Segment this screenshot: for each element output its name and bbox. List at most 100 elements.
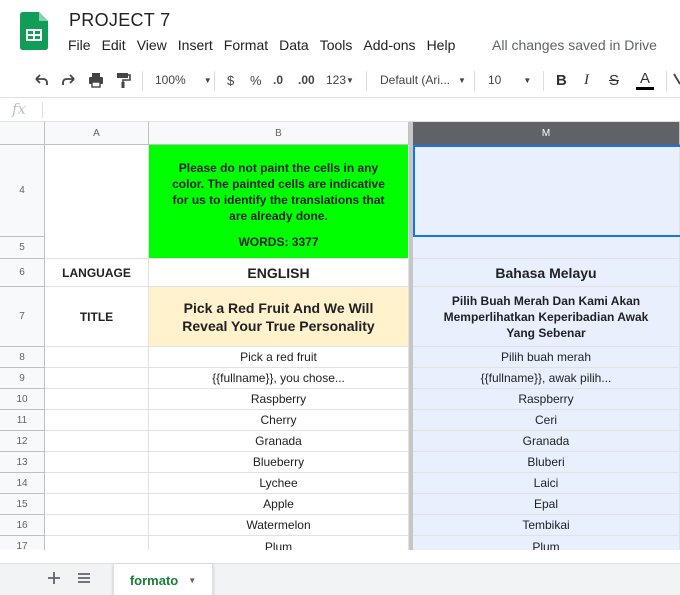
table-row-cell-ms[interactable]: Ceri <box>413 410 680 431</box>
table-row-cell-ms[interactable]: Epal <box>413 494 680 515</box>
menu-edit[interactable]: Edit <box>102 37 126 53</box>
row-header-12[interactable]: 12 <box>0 431 45 452</box>
horizontal-scroll-area[interactable] <box>0 550 680 563</box>
table-row-cell-ms[interactable]: Pilih buah merah <box>413 347 680 368</box>
font-size-value: 10 <box>488 73 502 87</box>
print-icon[interactable] <box>87 62 105 98</box>
percent-button[interactable]: % <box>250 62 262 98</box>
more-toolbar-icon[interactable] <box>673 62 680 98</box>
table-row-cell-en[interactable]: Apple <box>149 494 409 515</box>
table-row-cell-en[interactable]: Granada <box>149 431 409 452</box>
italic-button[interactable]: I <box>584 62 589 98</box>
table-row-cell-en[interactable]: Blueberry <box>149 452 409 473</box>
table-row-cell-en[interactable]: Lychee <box>149 473 409 494</box>
zoom-select[interactable]: 100% ▼ <box>155 62 212 98</box>
row-header-10[interactable]: 10 <box>0 389 45 410</box>
select-all-corner[interactable] <box>0 122 45 145</box>
strikethrough-button[interactable]: S <box>609 62 619 98</box>
table-row-cell-a[interactable] <box>45 494 149 515</box>
toolbar-separator <box>474 71 475 91</box>
table-row-cell-en[interactable]: Watermelon <box>149 515 409 536</box>
menu-help[interactable]: Help <box>427 37 456 53</box>
cell-a6-language[interactable]: LANGUAGE <box>45 259 149 287</box>
row-header-14[interactable]: 14 <box>0 473 45 494</box>
title-ms-line-2: Memperlihatkan Keperibadian Awak <box>443 309 649 324</box>
more-formats-select[interactable]: 123 ▼ <box>326 62 354 98</box>
cell-a7-title[interactable]: TITLE <box>45 287 149 347</box>
redo-icon[interactable] <box>60 62 78 98</box>
menu-file[interactable]: File <box>68 37 91 53</box>
paint-format-icon[interactable] <box>114 62 132 98</box>
formula-input[interactable] <box>44 98 680 122</box>
decrease-decimal-button[interactable]: .0 <box>273 62 283 98</box>
sheets-logo-icon[interactable] <box>20 12 48 50</box>
row-header-8[interactable]: 8 <box>0 347 45 368</box>
table-row-cell-a[interactable] <box>45 368 149 389</box>
selection-outline <box>413 145 680 237</box>
cell-m6-malay[interactable]: Bahasa Melayu <box>413 259 680 287</box>
table-row-cell-en[interactable]: Raspberry <box>149 389 409 410</box>
row-header-17[interactable]: 17 <box>0 536 45 550</box>
table-row-cell-ms[interactable]: {{fullname}}, awak pilih... <box>413 368 680 389</box>
all-sheets-icon[interactable] <box>76 570 92 591</box>
menu-view[interactable]: View <box>137 37 167 53</box>
row-header-7[interactable]: 7 <box>0 287 45 347</box>
table-row-cell-en[interactable]: {{fullname}}, you chose... <box>149 368 409 389</box>
word-count: WORDS: 3377 <box>238 235 319 249</box>
column-header-b[interactable]: B <box>149 122 409 145</box>
menu-tools[interactable]: Tools <box>320 37 353 53</box>
save-status[interactable]: All changes saved in Drive <box>492 37 657 53</box>
row-header-4[interactable]: 4 <box>0 145 45 237</box>
table-row-cell-a[interactable] <box>45 347 149 368</box>
table-row-cell-en[interactable]: Plum <box>149 536 409 550</box>
cell-b4-notice[interactable]: Please do not paint the cells in any col… <box>149 145 409 259</box>
menu-addons[interactable]: Add-ons <box>363 37 415 53</box>
cell-m5[interactable] <box>413 237 680 259</box>
text-color-button[interactable]: A <box>636 62 654 98</box>
menu-data[interactable]: Data <box>279 37 309 53</box>
menu-bar: File Edit View Insert Format Data Tools … <box>68 37 466 53</box>
row-header-16[interactable]: 16 <box>0 515 45 536</box>
font-select[interactable]: Default (Ari... ▼ <box>380 62 466 98</box>
table-row-cell-ms[interactable]: Granada <box>413 431 680 452</box>
table-row-cell-a[interactable] <box>45 515 149 536</box>
table-row-cell-ms[interactable]: Laici <box>413 473 680 494</box>
menu-format[interactable]: Format <box>224 37 268 53</box>
cell-b7-title-en[interactable]: Pick a Red Fruit And We Will Reveal Your… <box>149 287 409 347</box>
menu-insert[interactable]: Insert <box>178 37 213 53</box>
sheet-tab-formato[interactable]: formato ▼ <box>113 564 213 595</box>
add-sheet-icon[interactable] <box>46 570 62 591</box>
row-header-11[interactable]: 11 <box>0 410 45 431</box>
increase-decimal-button[interactable]: .00 <box>298 62 315 98</box>
cell-m7-title-ms[interactable]: Pilih Buah Merah Dan Kami Akan Memperlih… <box>413 287 680 347</box>
row-header-15[interactable]: 15 <box>0 494 45 515</box>
table-row-cell-a[interactable] <box>45 389 149 410</box>
document-title[interactable]: PROJECT 7 <box>69 10 170 31</box>
caret-down-icon[interactable]: ▼ <box>188 576 196 585</box>
cell-b6-english[interactable]: ENGLISH <box>149 259 409 287</box>
table-row-cell-a[interactable] <box>45 431 149 452</box>
notice-line-1: Please do not paint the cells in any <box>178 161 379 175</box>
table-row-cell-ms[interactable]: Tembikai <box>413 515 680 536</box>
table-row-cell-a[interactable] <box>45 536 149 550</box>
table-row-cell-ms[interactable]: Raspberry <box>413 389 680 410</box>
row-header-13[interactable]: 13 <box>0 452 45 473</box>
table-row-cell-en[interactable]: Pick a red fruit <box>149 347 409 368</box>
column-header-m[interactable]: M <box>413 122 680 145</box>
table-row-cell-ms[interactable]: Bluberi <box>413 452 680 473</box>
table-row-cell-a[interactable] <box>45 473 149 494</box>
table-row-cell-ms[interactable]: Plum <box>413 536 680 550</box>
bold-button[interactable]: B <box>556 62 567 98</box>
table-row-cell-a[interactable] <box>45 410 149 431</box>
row-header-9[interactable]: 9 <box>0 368 45 389</box>
currency-button[interactable]: $ <box>227 62 234 98</box>
table-row-cell-a[interactable] <box>45 452 149 473</box>
row-header-5[interactable]: 5 <box>0 237 45 259</box>
cell-a4[interactable] <box>45 145 149 259</box>
font-size-select[interactable]: 10 ▼ <box>488 62 531 98</box>
undo-icon[interactable] <box>32 62 50 98</box>
row-header-6[interactable]: 6 <box>0 259 45 287</box>
column-header-a[interactable]: A <box>45 122 149 145</box>
notice-line-2: color. The painted cells are indicative <box>172 177 385 191</box>
table-row-cell-en[interactable]: Cherry <box>149 410 409 431</box>
